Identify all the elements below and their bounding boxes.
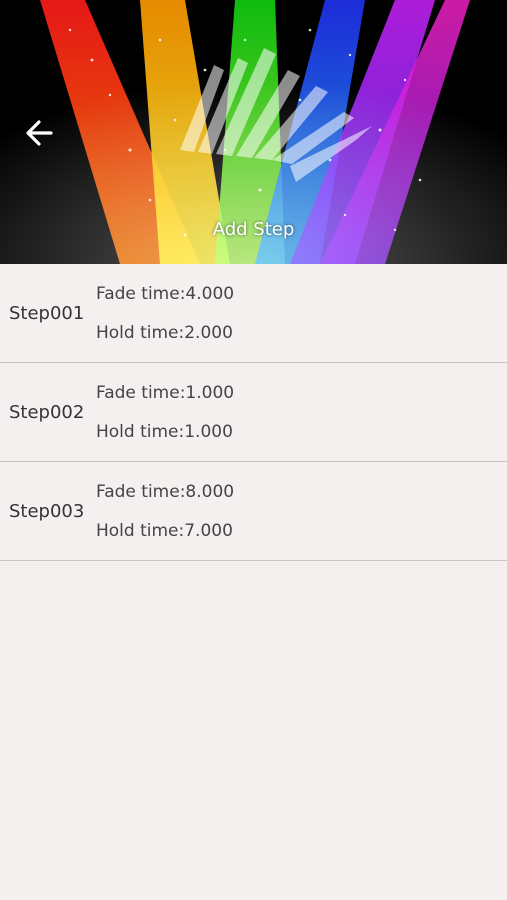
fade-time: Fade time:4.000 <box>96 283 235 304</box>
hold-time: Hold time:1.000 <box>96 421 233 442</box>
arrow-left-icon <box>26 120 53 146</box>
list-item[interactable]: Step001 Fade time:4.000 Hold time:2.000 <box>0 264 507 363</box>
step-name: Step003 <box>9 500 85 522</box>
step-list: Step001 Fade time:4.000 Hold time:2.000 … <box>0 264 507 561</box>
step-name: Step002 <box>9 401 85 423</box>
hold-time: Hold time:2.000 <box>96 322 233 343</box>
back-button[interactable] <box>14 106 68 160</box>
fade-time: Fade time:8.000 <box>96 481 235 502</box>
page-title: Add Step <box>212 219 295 240</box>
fan-logo-icon <box>180 48 372 182</box>
hold-time: Hold time:7.000 <box>96 520 233 541</box>
header-banner: Add Step <box>0 0 507 264</box>
step-times: Fade time:4.000 Hold time:2.000 <box>96 284 234 343</box>
step-times: Fade time:8.000 Hold time:7.000 <box>96 482 234 541</box>
list-item[interactable]: Step003 Fade time:8.000 Hold time:7.000 <box>0 462 507 561</box>
fade-time: Fade time:1.000 <box>96 382 235 403</box>
step-times: Fade time:1.000 Hold time:1.000 <box>96 383 234 442</box>
step-name: Step001 <box>9 302 85 324</box>
list-item[interactable]: Step002 Fade time:1.000 Hold time:1.000 <box>0 363 507 462</box>
